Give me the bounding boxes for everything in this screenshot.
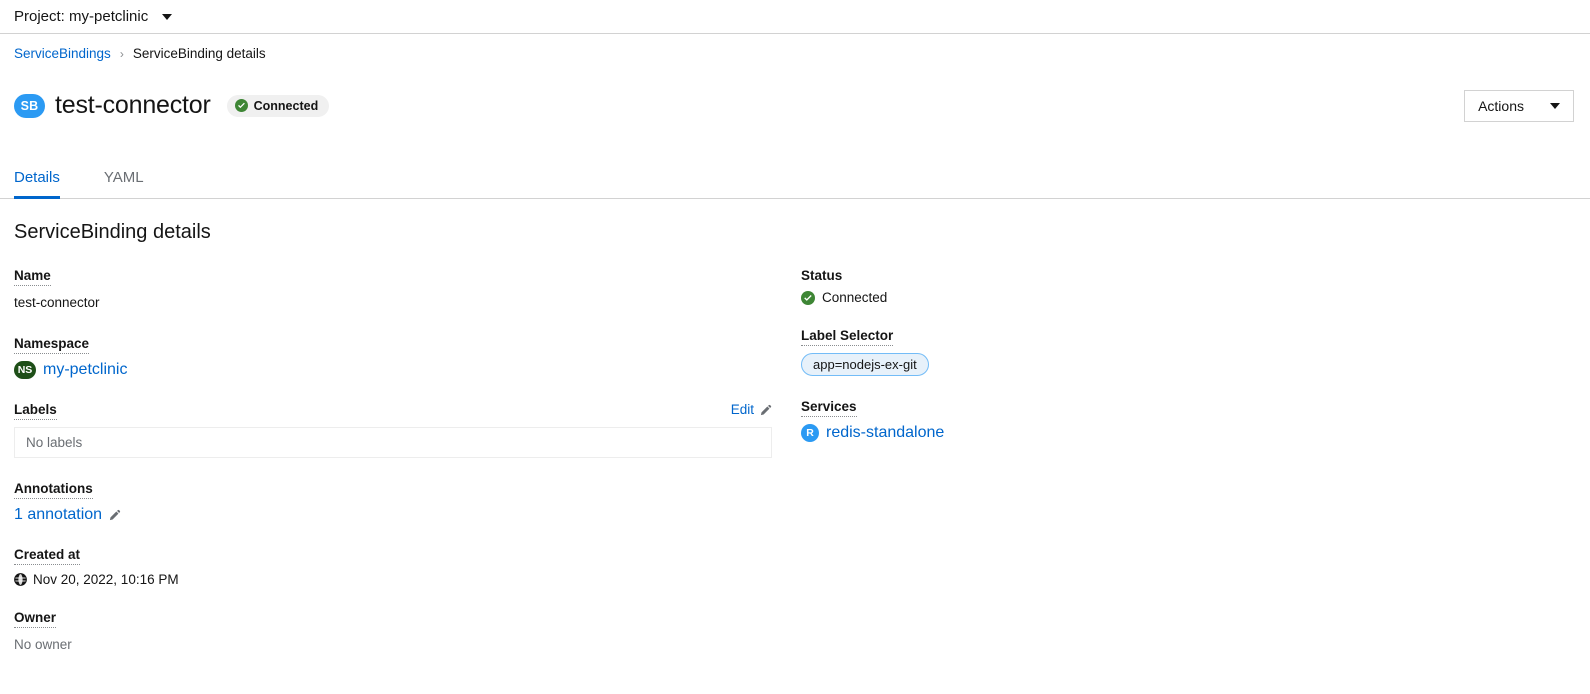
project-selector-label: Project: my-petclinic [14, 9, 148, 24]
service-row: R redis-standalone [801, 424, 1588, 442]
status-value: Connected [822, 290, 887, 305]
service-resource-badge: R [801, 424, 819, 442]
field-created-at-label: Created at [14, 547, 80, 565]
breadcrumb-link-servicebindings[interactable]: ServiceBindings [14, 47, 111, 61]
field-owner-value: No owner [14, 635, 801, 655]
field-namespace-label: Namespace [14, 336, 89, 354]
service-link[interactable]: redis-standalone [826, 424, 944, 442]
details-content: ServiceBinding details Name test-connect… [0, 199, 1590, 679]
field-status-label: Status [801, 268, 842, 283]
details-grid: Name test-connector Namespace NS my-petc… [14, 268, 1576, 679]
globe-icon [14, 573, 27, 586]
created-at-value: Nov 20, 2022, 10:16 PM [33, 572, 179, 587]
created-at-row: Nov 20, 2022, 10:16 PM [14, 572, 801, 587]
project-bar: Project: my-petclinic [0, 0, 1590, 34]
details-column-right: Status Connected Label Selector app=node… [801, 268, 1588, 679]
field-created-at: Created at Nov 20, 2022, 10:16 PM [14, 547, 801, 587]
field-owner-label: Owner [14, 610, 56, 628]
pencil-icon [760, 404, 772, 416]
namespace-link[interactable]: my-petclinic [43, 361, 127, 379]
check-circle-icon [801, 291, 815, 305]
breadcrumb-current: ServiceBinding details [133, 47, 266, 61]
pencil-icon[interactable] [109, 509, 121, 521]
field-status: Status Connected [801, 268, 1588, 305]
project-selector[interactable]: Project: my-petclinic [14, 9, 172, 24]
chevron-down-icon [162, 14, 172, 20]
field-name: Name test-connector [14, 268, 801, 313]
status-row: Connected [801, 290, 1588, 305]
details-column-left: Name test-connector Namespace NS my-petc… [14, 268, 801, 679]
label-selector-chip[interactable]: app=nodejs-ex-git [801, 353, 929, 376]
field-owner: Owner No owner [14, 610, 801, 655]
namespace-row: NS my-petclinic [14, 361, 801, 379]
labels-empty-text: No labels [26, 435, 82, 450]
page-header: SB test-connector Connected Actions [0, 61, 1590, 156]
tab-bar: Details YAML [0, 155, 1590, 199]
field-name-label: Name [14, 268, 51, 286]
actions-button-label: Actions [1478, 98, 1524, 114]
field-annotations: Annotations 1 annotation [14, 481, 801, 524]
annotations-row: 1 annotation [14, 506, 801, 524]
status-badge-label: Connected [254, 99, 319, 113]
resource-type-badge: SB [14, 94, 45, 118]
tab-yaml[interactable]: YAML [88, 170, 160, 198]
breadcrumb-separator-icon: › [120, 48, 124, 60]
annotations-link[interactable]: 1 annotation [14, 506, 102, 524]
field-labels-label: Labels [14, 402, 57, 420]
edit-labels-label: Edit [731, 402, 754, 417]
field-namespace: Namespace NS my-petclinic [14, 336, 801, 379]
tab-yaml-label: YAML [104, 169, 144, 186]
field-label-selector-label: Label Selector [801, 328, 893, 346]
chevron-down-icon [1550, 103, 1560, 109]
field-labels: Labels Edit No labels [14, 402, 801, 458]
actions-button[interactable]: Actions [1464, 90, 1574, 122]
namespace-badge: NS [14, 361, 36, 379]
field-label-selector: Label Selector app=nodejs-ex-git [801, 328, 1588, 376]
section-heading: ServiceBinding details [14, 221, 1576, 244]
field-services-label: Services [801, 399, 857, 417]
check-circle-icon [235, 99, 248, 112]
page-header-left: SB test-connector Connected [14, 75, 329, 138]
labels-empty-box: No labels [14, 427, 772, 458]
field-name-value: test-connector [14, 293, 801, 313]
field-services: Services R redis-standalone [801, 399, 1588, 442]
field-annotations-label: Annotations [14, 481, 93, 499]
tab-details-label: Details [14, 169, 60, 186]
page-title: test-connector [55, 91, 211, 120]
tab-details[interactable]: Details [14, 170, 76, 198]
edit-labels-button[interactable]: Edit [731, 402, 772, 417]
breadcrumb: ServiceBindings › ServiceBinding details [0, 34, 1590, 61]
status-badge: Connected [227, 95, 330, 117]
